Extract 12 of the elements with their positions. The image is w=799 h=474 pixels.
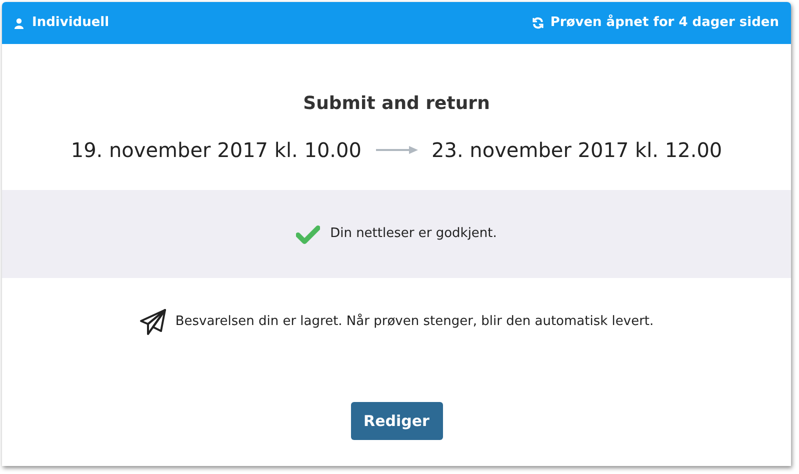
user-icon [14,18,24,28]
browser-status-text: Din nettleser er godkjent. [330,225,497,244]
end-date: 23. november 2017 kl. 12.00 [432,137,722,164]
header-label: Individuell [32,14,110,32]
arrow-icon [376,146,418,154]
refresh-icon [532,17,544,29]
start-date: 19. november 2017 kl. 10.00 [70,137,362,164]
status-message: Besvarelsen din er lagret. Når prøven stenger, blir den automatisk levert. [175,312,654,332]
paper-plane-icon [139,308,168,336]
header-status[interactable]: Prøven åpnet for 4 dager siden [550,13,779,33]
page-title: Submit and return [303,92,490,116]
edit-button[interactable]: Rediger [350,402,442,440]
